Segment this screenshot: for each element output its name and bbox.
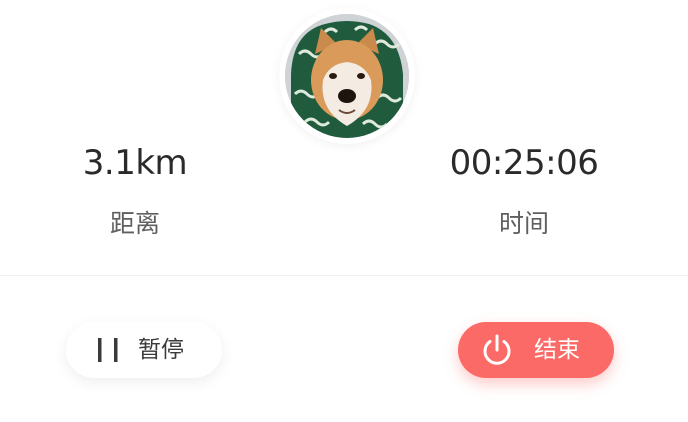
end-label: 结束 — [534, 337, 580, 363]
pause-button[interactable]: 暂停 — [66, 322, 222, 378]
distance-value: 3.1km — [82, 143, 188, 183]
time-value: 00:25:06 — [449, 143, 599, 183]
avatar[interactable] — [285, 14, 409, 138]
power-icon — [480, 333, 514, 367]
avatar-frame — [279, 8, 415, 144]
divider — [0, 275, 688, 276]
pause-icon — [96, 337, 120, 363]
end-button[interactable]: 结束 — [458, 322, 614, 378]
pause-label: 暂停 — [138, 337, 184, 363]
time-label: 时间 — [498, 209, 549, 238]
distance-label: 距离 — [109, 209, 160, 238]
shiba-dog-avatar-icon — [285, 14, 409, 138]
running-screen: 3.1km 距离 00:25:06 时间 暂停 结束 — [0, 0, 688, 422]
